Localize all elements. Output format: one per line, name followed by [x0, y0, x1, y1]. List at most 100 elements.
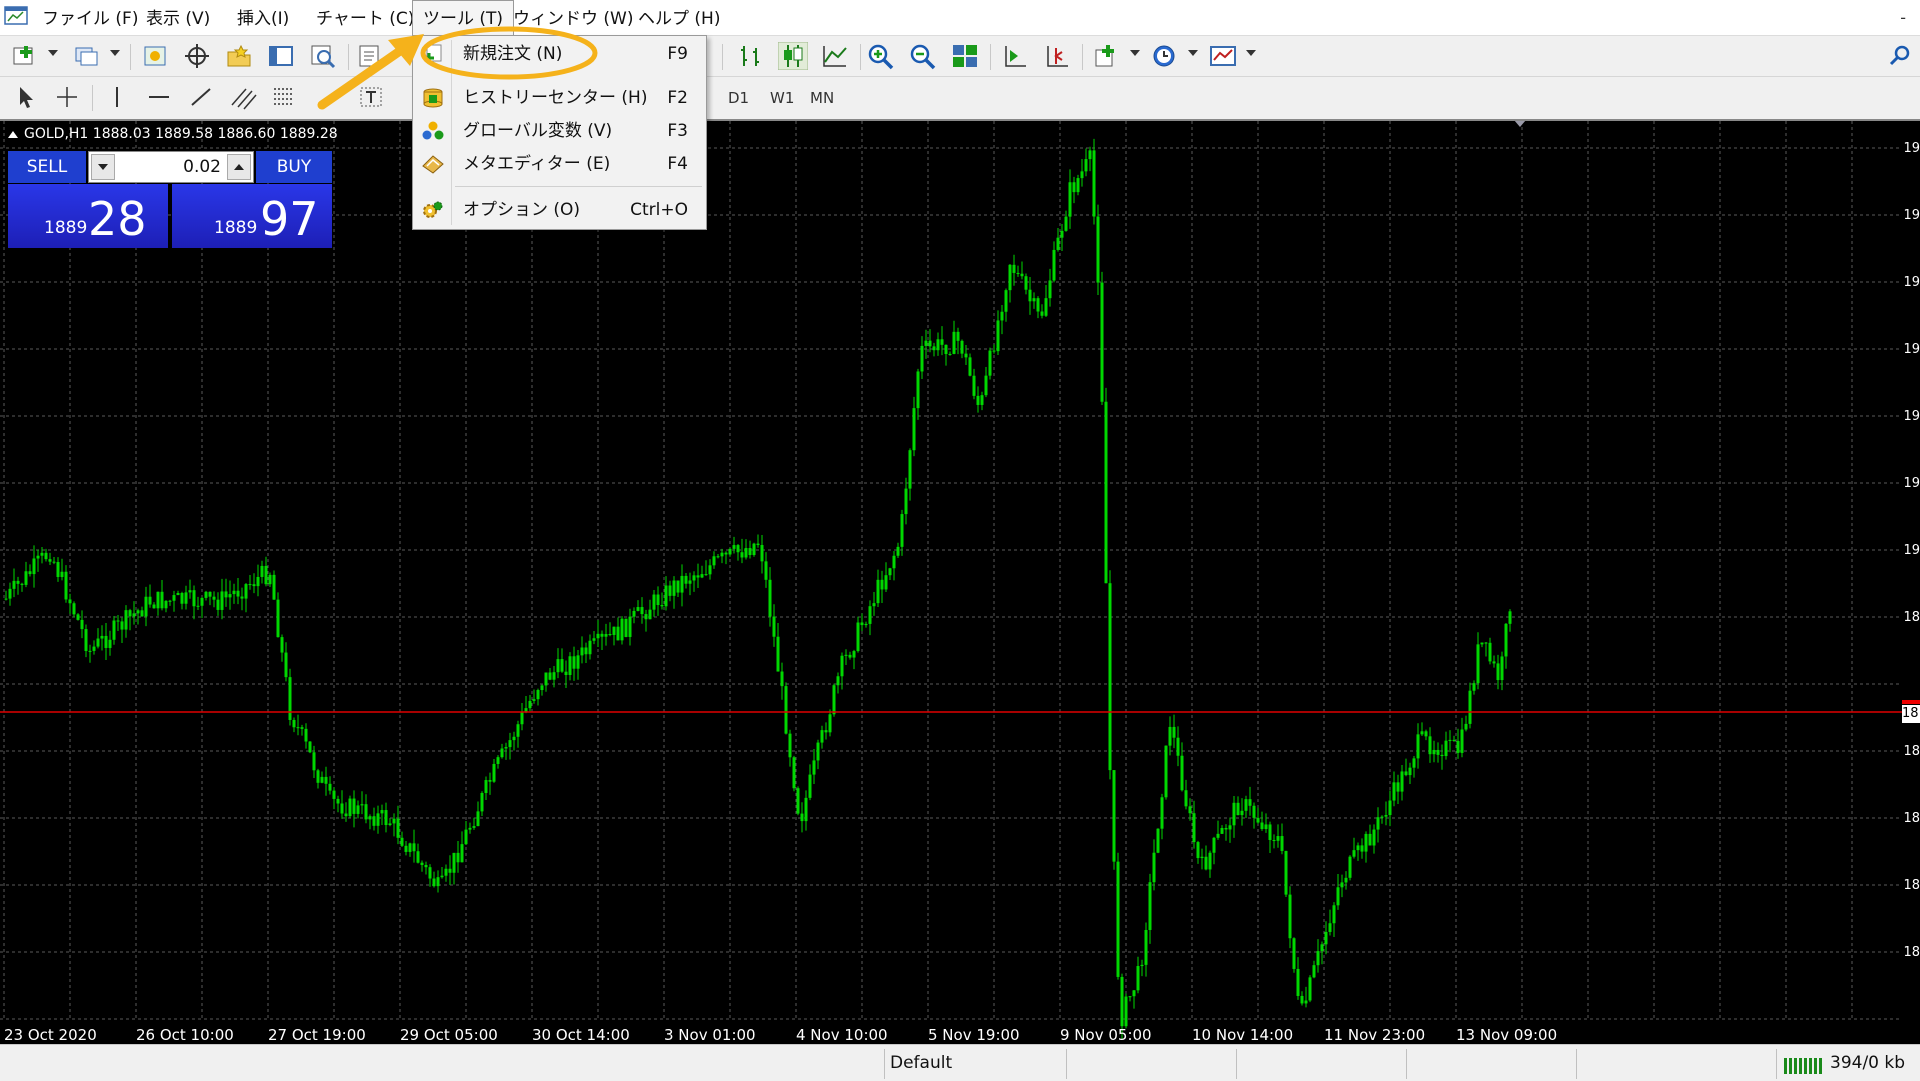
templates-dropdown-icon[interactable]: [1246, 50, 1256, 56]
candle-body: [236, 590, 240, 597]
search-icon[interactable]: [1888, 44, 1912, 68]
menu-view[interactable]: 表示 (V): [136, 0, 220, 36]
buy-button[interactable]: BUY: [256, 151, 332, 183]
lot-size-value[interactable]: 0.02: [183, 152, 221, 182]
candle-body: [48, 559, 52, 562]
timeframe-mn[interactable]: MN: [810, 77, 834, 119]
collapse-triangle-icon[interactable]: [8, 131, 18, 138]
candle-body: [1332, 905, 1336, 924]
candle-body: [1200, 856, 1204, 859]
menu-item-global-variables[interactable]: グローバル変数 (V) F3: [413, 116, 706, 146]
candle-body: [20, 583, 24, 585]
candle-body: [1272, 839, 1276, 841]
candle-body: [1208, 852, 1212, 870]
trendline-icon[interactable]: [186, 83, 216, 111]
terminal-icon[interactable]: [266, 42, 296, 70]
candle-body: [1124, 996, 1128, 1027]
sell-price-box[interactable]: 1889 28: [8, 184, 168, 248]
candle-body: [996, 320, 1000, 352]
profile-name: Default: [890, 1053, 953, 1073]
candle-body: [696, 575, 700, 578]
horizontal-line-icon[interactable]: [144, 83, 174, 111]
tile-windows-icon[interactable]: [950, 42, 980, 70]
candle-body: [836, 676, 840, 686]
candle-body: [392, 818, 396, 824]
menu-item-metaeditor[interactable]: メタエディター (E) F4: [413, 149, 706, 179]
candle-body: [128, 610, 132, 617]
vertical-line-icon[interactable]: [102, 83, 132, 111]
bar-chart-icon[interactable]: [736, 42, 766, 70]
timeframe-w1[interactable]: W1: [770, 77, 794, 119]
crosshair-target-icon[interactable]: [182, 42, 212, 70]
periods-dropdown-icon[interactable]: [1188, 50, 1198, 56]
lot-decrease-icon[interactable]: [91, 154, 115, 180]
window-minimize-button[interactable]: -: [1900, 0, 1906, 36]
menu-chart[interactable]: チャート (C): [306, 0, 424, 36]
lot-increase-icon[interactable]: [227, 154, 251, 180]
candle-body: [1100, 282, 1104, 402]
sell-button[interactable]: SELL: [8, 151, 86, 183]
candle-body: [64, 571, 68, 600]
menu-file[interactable]: ファイル (F): [32, 0, 148, 36]
templates-icon[interactable]: [1208, 42, 1238, 70]
fibonacci-icon[interactable]: [270, 83, 300, 111]
candle-body: [972, 375, 976, 396]
cursor-icon[interactable]: [10, 83, 40, 111]
line-chart-icon[interactable]: [820, 42, 850, 70]
new-order-toolbar-icon[interactable]: [356, 42, 386, 70]
candle-body: [1280, 836, 1284, 851]
menu-help[interactable]: ヘルプ (H): [628, 0, 730, 36]
candle-body: [464, 829, 468, 845]
candle-body: [1480, 642, 1484, 645]
profiles-dropdown-icon[interactable]: [110, 50, 120, 56]
candle-body: [132, 613, 136, 617]
candle-body: [28, 571, 32, 575]
candle-body: [960, 340, 964, 354]
price-chart[interactable]: GOLD,H1 1888.03 1889.58 1886.60 1889.28 …: [0, 119, 1920, 1044]
candle-body: [804, 797, 808, 822]
buy-price-box[interactable]: 1889 97: [172, 184, 332, 248]
candle-body: [552, 672, 556, 680]
lot-size-input[interactable]: 0.02: [88, 151, 254, 183]
indicators-icon[interactable]: [1092, 42, 1122, 70]
zoom-in-icon[interactable]: [866, 42, 896, 70]
indicators-dropdown-icon[interactable]: [1130, 50, 1140, 56]
candlestick-icon[interactable]: [778, 42, 808, 70]
menu-tools[interactable]: ツール (T): [412, 0, 515, 36]
candle-body: [352, 798, 356, 814]
timeframe-d1[interactable]: D1: [728, 77, 749, 119]
candle-body: [1256, 817, 1260, 823]
menu-item-options[interactable]: オプション (O) Ctrl+O: [413, 195, 706, 225]
text-label-icon[interactable]: [356, 83, 386, 111]
candle-body: [1460, 729, 1464, 753]
candle-body: [1340, 882, 1344, 888]
auto-scroll-icon[interactable]: [1000, 42, 1030, 70]
candle-body: [452, 852, 456, 873]
candle-body: [1492, 661, 1496, 664]
candle-body: [76, 614, 80, 620]
zoom-out-icon[interactable]: [908, 42, 938, 70]
market-watch-icon[interactable]: [140, 42, 170, 70]
equidistant-channel-icon[interactable]: [228, 83, 258, 111]
candle-body: [164, 600, 168, 609]
new-chart-dropdown-icon[interactable]: [48, 50, 58, 56]
candle-body: [912, 408, 916, 451]
menu-item-new-order[interactable]: 新規注文 (N) F9: [413, 39, 706, 69]
candle-body: [412, 843, 416, 852]
candle-body: [484, 780, 488, 793]
menu-insert[interactable]: 挿入(I): [227, 0, 299, 36]
crosshair-icon[interactable]: [52, 83, 82, 111]
menu-window[interactable]: ウィンドウ (W): [503, 0, 643, 36]
navigator-icon[interactable]: [224, 42, 254, 70]
new-chart-icon[interactable]: [10, 42, 40, 70]
candle-body: [384, 810, 388, 826]
periods-clock-icon[interactable]: [1150, 42, 1180, 70]
candle-body: [1156, 828, 1160, 853]
chart-shift-icon[interactable]: [1042, 42, 1072, 70]
strategy-tester-icon[interactable]: [308, 42, 338, 70]
profiles-icon[interactable]: [72, 42, 102, 70]
global-variables-icon: [422, 121, 444, 140]
candle-body: [136, 610, 140, 614]
chart-canvas[interactable]: [0, 121, 1920, 1044]
menu-item-history-center[interactable]: ヒストリーセンター (H) F2: [413, 83, 706, 113]
